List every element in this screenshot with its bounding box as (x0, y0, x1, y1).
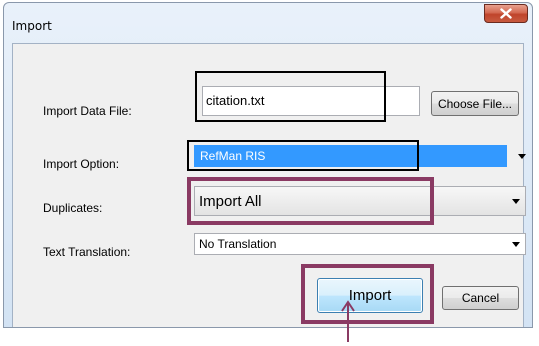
arrow-up-icon (338, 300, 358, 342)
close-icon (500, 8, 512, 19)
duplicates-value: Import All (199, 192, 262, 210)
choose-file-button[interactable]: Choose File... (431, 91, 519, 116)
close-button[interactable] (484, 4, 528, 23)
text-translation-label: Text Translation: (43, 245, 131, 259)
duplicates-label: Duplicates: (43, 201, 103, 215)
choose-file-label: Choose File... (437, 96, 513, 111)
import-button[interactable]: Import (317, 278, 423, 313)
import-data-file-field[interactable]: citation.txt (202, 86, 420, 116)
text-translation-value: No Translation (199, 237, 277, 251)
import-dialog: Import Import Data File: citation.txt Ch… (3, 2, 533, 328)
chevron-down-icon (512, 199, 520, 204)
chevron-down-icon (512, 242, 520, 247)
import-option-label: Import Option: (43, 157, 120, 171)
import-option-value: RefMan RIS (200, 149, 266, 163)
title-bar[interactable]: Import (4, 3, 532, 43)
import-option-select[interactable]: RefMan RIS (194, 145, 526, 167)
chevron-down-icon (518, 154, 526, 159)
import-data-file-label: Import Data File: (43, 104, 132, 118)
cancel-button-label: Cancel (461, 291, 500, 305)
dialog-body: Import Data File: citation.txt Choose Fi… (12, 43, 526, 327)
text-translation-select[interactable]: No Translation (194, 233, 526, 255)
cancel-button[interactable]: Cancel (442, 286, 519, 310)
window-title: Import (12, 19, 52, 33)
duplicates-select[interactable]: Import All (194, 186, 526, 216)
